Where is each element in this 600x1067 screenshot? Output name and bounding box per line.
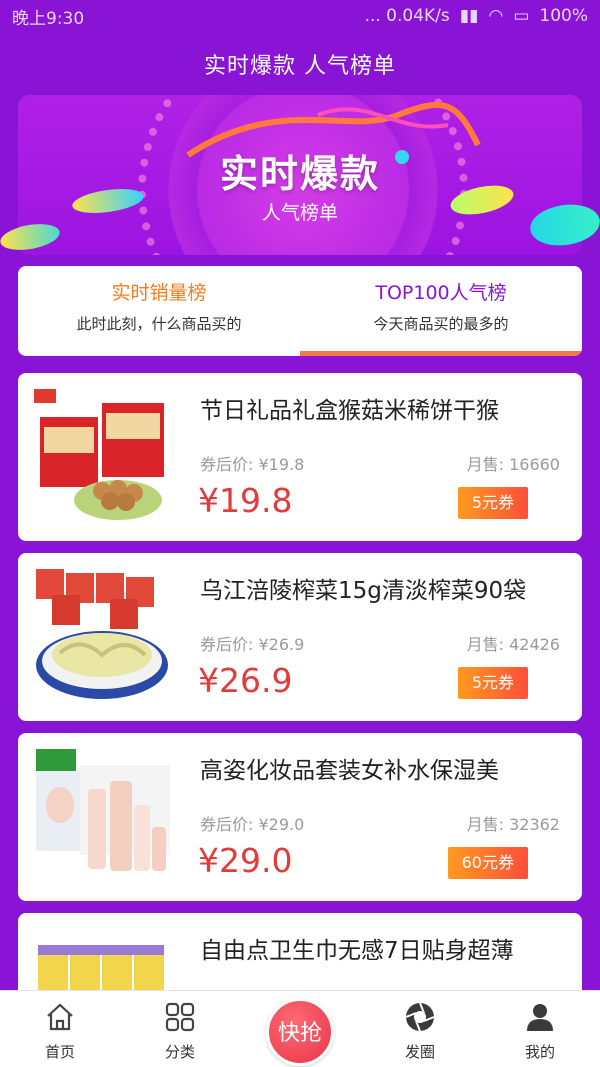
flash-sale-button[interactable]: 快抢 bbox=[266, 998, 334, 1066]
coupon-button[interactable]: 5元券 bbox=[457, 487, 528, 519]
coupon-button[interactable]: 60元券 bbox=[447, 847, 528, 879]
nav-category[interactable]: 分类 bbox=[120, 991, 240, 1067]
grid-icon bbox=[165, 1002, 195, 1032]
status-bar: 晚上9:30 ... 0.04K/s ▮▮ ◠ ▭ 100% bbox=[0, 0, 600, 32]
product-card[interactable]: 高姿化妆品套装女补水保湿美 券后价: ¥29.0 月售: 32362 ¥29.0… bbox=[18, 733, 582, 901]
nav-label: 分类 bbox=[164, 1043, 195, 1061]
product-name: 自由点卫生巾无感7日贴身超薄 bbox=[200, 938, 514, 964]
hero-banner: 实时爆款 人气榜单 bbox=[0, 95, 600, 255]
nav-label: 首页 bbox=[44, 1043, 75, 1061]
coupon-price-label: 券后价: ¥29.0 bbox=[200, 815, 305, 834]
page-title: 实时爆款 人气榜单 bbox=[204, 54, 396, 79]
signal-icon: ▮▮ bbox=[459, 6, 479, 26]
coupon-price-label: 券后价: ¥26.9 bbox=[200, 635, 305, 654]
product-name: 乌江涪陵榨菜15g清淡榨菜90袋 bbox=[200, 578, 527, 604]
monthly-sales: 月售: 16660 bbox=[466, 455, 560, 474]
status-time: 晚上9:30 bbox=[12, 8, 85, 29]
product-card[interactable]: 节日礼品礼盒猴菇米稀饼干猴 券后价: ¥19.8 月售: 16660 ¥19.8… bbox=[18, 373, 582, 541]
ranking-tabs: 实时销量榜 此时此刻，什么商品买的 TOP100人气榜 今天商品买的最多的 bbox=[18, 266, 582, 356]
product-name: 高姿化妆品套装女补水保湿美 bbox=[200, 758, 499, 784]
coupon-price-label: 券后价: ¥19.8 bbox=[200, 455, 305, 474]
battery-level: 100% bbox=[539, 6, 588, 26]
tab-description: 今天商品买的最多的 bbox=[373, 315, 509, 333]
nav-profile[interactable]: 我的 bbox=[480, 991, 600, 1067]
nav-label: 我的 bbox=[524, 1043, 555, 1061]
aperture-icon bbox=[405, 1002, 435, 1032]
home-icon bbox=[47, 1003, 73, 1031]
tab-realtime-sales[interactable]: 实时销量榜 此时此刻，什么商品买的 bbox=[18, 266, 300, 356]
active-tab-indicator bbox=[300, 351, 582, 356]
nav-home[interactable]: 首页 bbox=[0, 991, 120, 1067]
tab-label: 实时销量榜 bbox=[111, 282, 207, 304]
tab-description: 此时此刻，什么商品买的 bbox=[76, 315, 242, 333]
banner-subtitle: 人气榜单 bbox=[261, 202, 338, 224]
product-card[interactable]: 乌江涪陵榨菜15g清淡榨菜90袋 券后价: ¥26.9 月售: 42426 ¥2… bbox=[18, 553, 582, 721]
product-name: 节日礼品礼盒猴菇米稀饼干猴 bbox=[200, 398, 499, 424]
coupon-button[interactable]: 5元券 bbox=[457, 667, 528, 699]
product-image[interactable] bbox=[30, 745, 174, 889]
nav-label: 发圈 bbox=[404, 1043, 435, 1061]
banner-title: 实时爆款 bbox=[219, 152, 380, 196]
product-price: ¥29.0 bbox=[198, 841, 293, 880]
monthly-sales: 月售: 32362 bbox=[466, 815, 560, 834]
product-image[interactable] bbox=[30, 385, 174, 529]
product-image[interactable] bbox=[30, 565, 174, 709]
wifi-icon: ◠ bbox=[488, 6, 504, 26]
tab-label: TOP100人气榜 bbox=[375, 282, 507, 304]
network-speed: ... 0.04K/s bbox=[364, 6, 450, 26]
monthly-sales: 月售: 42426 bbox=[466, 635, 560, 654]
product-price: ¥19.8 bbox=[198, 481, 293, 520]
battery-icon: ▭ bbox=[513, 6, 530, 26]
product-price: ¥26.9 bbox=[198, 661, 293, 700]
tab-top100[interactable]: TOP100人气榜 今天商品买的最多的 bbox=[300, 266, 582, 356]
nav-moments[interactable]: 发圈 bbox=[360, 991, 480, 1067]
user-icon bbox=[527, 1004, 553, 1031]
